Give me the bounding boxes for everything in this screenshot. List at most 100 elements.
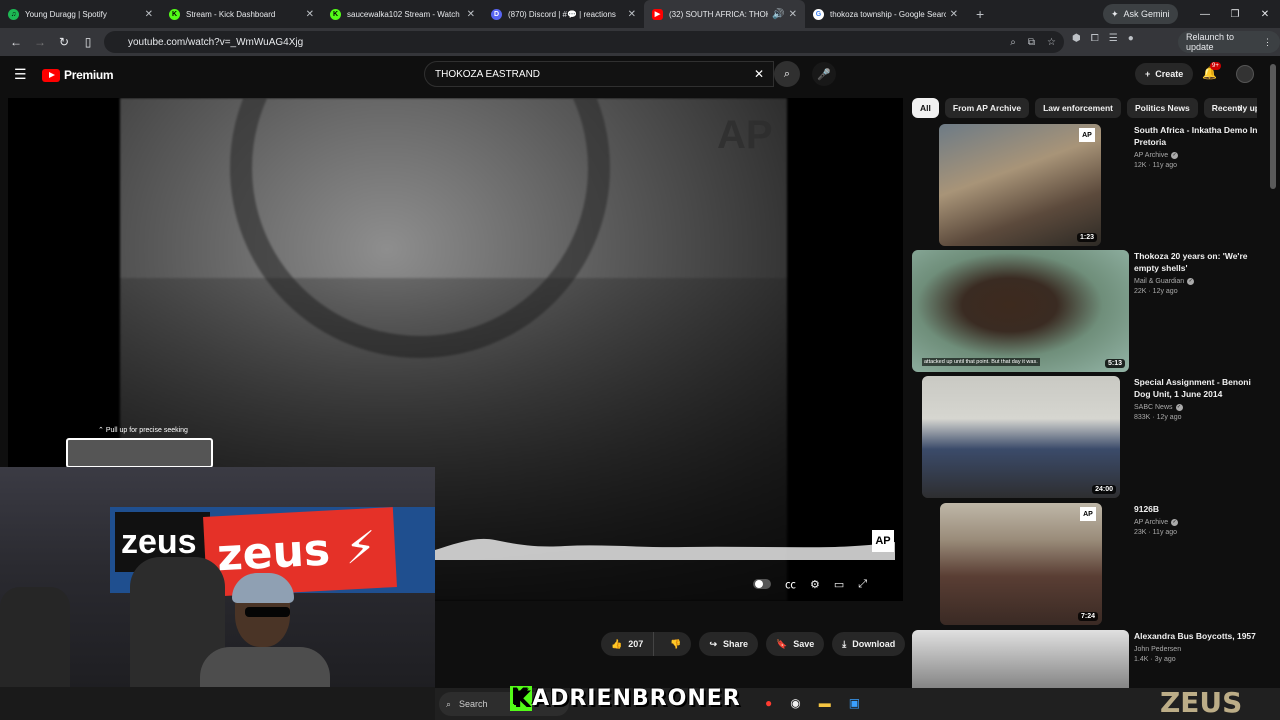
miniplayer-icon[interactable]: ▭ [834, 578, 844, 591]
tab-kick-dashboard[interactable]: K Stream - Kick Dashboard ✕ [161, 0, 322, 28]
fullscreen-icon[interactable]: ⤢ [858, 578, 867, 591]
duration-badge: 5:13 [1104, 359, 1125, 368]
recommendation-item[interactable]: Alexandra Bus Boycotts, 1957 John Peders… [912, 630, 1262, 688]
zoom-icon[interactable]: ⌕ [1010, 37, 1016, 48]
close-icon[interactable]: ✕ [145, 9, 153, 20]
notification-badge: 9+ [1210, 62, 1221, 70]
video-title[interactable]: South Africa - Inkatha Demo In Pretoria [1134, 124, 1259, 148]
settings-gear-icon[interactable]: ⚙ [810, 578, 820, 591]
kebab-menu-icon[interactable]: ⋮ [1263, 37, 1272, 48]
store-icon[interactable]: ▣ [849, 696, 860, 710]
tab-spotify[interactable]: ♫ Young Duragg | Spotify ✕ [0, 0, 161, 28]
media-icon[interactable]: ☰ [1109, 33, 1118, 44]
share-button[interactable]: ↪ Share [699, 632, 759, 656]
extension-icon[interactable]: ⬢ [1072, 33, 1081, 44]
recommendation-item[interactable]: 24:00 Special Assignment - Benoni Dog Un… [912, 376, 1262, 498]
puzzle-icon[interactable]: ⧠ [1091, 33, 1099, 44]
back-icon[interactable]: ← [4, 35, 28, 49]
voice-search-icon[interactable]: 🎤 [812, 62, 836, 86]
video-thumbnail[interactable] [912, 630, 1129, 688]
taskbar-apps: ● ◉ ▬ ▣ [765, 696, 860, 710]
relaunch-button[interactable]: Relaunch to update ⋮ [1178, 31, 1280, 53]
chip-law-enforcement[interactable]: Law enforcement [1035, 98, 1121, 118]
search-input[interactable]: THOKOZA EASTRAND [424, 61, 774, 87]
new-tab-button[interactable]: + [966, 6, 994, 22]
channel-name[interactable]: AP Archive ✓ [1134, 519, 1259, 526]
search-button[interactable]: ⌕ [774, 61, 800, 87]
streamer-name-overlay: KADRIENBRONER [510, 686, 741, 711]
video-thumbnail[interactable]: 24:00 [922, 376, 1120, 498]
video-thumbnail[interactable]: attacked up until that point. But that d… [912, 250, 1129, 372]
tab-kick-stream[interactable]: K saucewalka102 Stream - Watch ✕ [322, 0, 483, 28]
video-thumbnail[interactable]: AP 1:23 [939, 124, 1101, 246]
split-view-icon[interactable]: ▯ [76, 35, 100, 49]
folder-icon[interactable]: ▬ [819, 696, 831, 710]
tab-google[interactable]: G thokoza township - Google Search ✕ [805, 0, 966, 28]
ap-logo-corner: AP [872, 530, 894, 552]
browser-tab-bar: ♫ Young Duragg | Spotify ✕ K Stream - Ki… [0, 0, 1280, 28]
recommendation-item[interactable]: AP 1:23 South Africa - Inkatha Demo In P… [912, 124, 1262, 246]
avatar[interactable] [1236, 65, 1254, 83]
thumbnail-caption: attacked up until that point. But that d… [922, 358, 1040, 366]
close-icon[interactable]: ✕ [306, 9, 314, 20]
save-button[interactable]: 🔖 Save [766, 632, 825, 656]
video-title[interactable]: Thokoza 20 years on: 'We're empty shells… [1134, 250, 1259, 274]
clear-search-icon[interactable]: ✕ [754, 67, 764, 81]
chip-politics-news[interactable]: Politics News [1126, 98, 1198, 118]
reload-icon[interactable]: ↻ [52, 35, 76, 49]
create-label: Create [1155, 69, 1184, 79]
thumbs-up-icon: 👍 [611, 638, 623, 649]
minimize-icon[interactable]: — [1190, 9, 1220, 20]
close-icon[interactable]: ✕ [789, 9, 797, 20]
verified-icon: ✓ [1171, 152, 1179, 159]
channel-name[interactable]: John Pedersen [1134, 646, 1259, 653]
app-icon[interactable]: ● [765, 696, 772, 710]
recommendation-item[interactable]: AP 7:24 9126B AP Archive ✓ 23K · 11y ago [912, 503, 1262, 625]
chevron-right-icon[interactable]: › [1238, 101, 1242, 115]
ap-logo-badge: AP [1080, 507, 1096, 521]
profile-icon[interactable]: ● [1128, 33, 1134, 44]
url-field[interactable]: youtube.com/watch?v=_WmWuAG4Xjg ⌕ ⧉ ☆ [104, 31, 1064, 53]
player-controls: ㏄ ⚙ ▭ ⤢ [753, 576, 867, 592]
discord-icon: D [491, 8, 502, 20]
close-icon[interactable]: ✕ [628, 9, 636, 20]
cast-icon[interactable]: ⧉ [1028, 37, 1035, 48]
forward-icon[interactable]: → [28, 35, 52, 49]
taskbar-search-placeholder: Search [459, 699, 488, 709]
video-stats: 12K · 11y ago [1134, 162, 1178, 169]
channel-name[interactable]: Mail & Guardian ✓ [1134, 278, 1259, 285]
like-button[interactable]: 👍 207 [601, 632, 655, 656]
chip-recently-uploaded[interactable]: Recently uploaded [1203, 98, 1257, 118]
speaker-icon[interactable]: 🔊 [772, 9, 784, 20]
channel-name[interactable]: SABC News ✓ [1134, 404, 1259, 411]
close-icon[interactable]: ✕ [467, 9, 475, 20]
bookmark-star-icon[interactable]: ☆ [1047, 37, 1056, 48]
create-button[interactable]: + Create [1135, 63, 1194, 85]
recommendation-item[interactable]: attacked up until that point. But that d… [912, 250, 1262, 372]
channel-name[interactable]: AP Archive ✓ [1134, 152, 1259, 159]
chip-from-ap-archive[interactable]: From AP Archive [944, 98, 1030, 118]
youtube-logo[interactable]: Premium [42, 68, 114, 82]
page-scrollbar[interactable] [1270, 64, 1276, 189]
video-thumbnail[interactable]: AP 7:24 [940, 503, 1102, 625]
hamburger-menu-icon[interactable]: ☰ [14, 66, 27, 83]
video-title[interactable]: Special Assignment - Benoni Dog Unit, 1 … [1134, 376, 1259, 400]
close-window-icon[interactable]: ✕ [1250, 9, 1280, 20]
search-icon: ⌕ [446, 698, 452, 709]
chip-all[interactable]: All [912, 98, 939, 118]
video-meta: Alexandra Bus Boycotts, 1957 John Peders… [1134, 630, 1259, 663]
autoplay-toggle[interactable] [753, 579, 771, 589]
download-button[interactable]: ⤓ Download [832, 632, 906, 656]
dislike-button[interactable]: 👎 [660, 639, 691, 650]
tab-youtube[interactable]: ▶ (32) SOUTH AFRICA: THOKO 🔊 ✕ [644, 0, 805, 28]
thumbs-down-icon: 👎 [670, 638, 682, 649]
relaunch-label: Relaunch to update [1186, 32, 1235, 52]
captions-icon[interactable]: ㏄ [785, 576, 796, 592]
close-icon[interactable]: ✕ [950, 9, 958, 20]
video-title[interactable]: Alexandra Bus Boycotts, 1957 [1134, 630, 1259, 642]
video-title[interactable]: 9126B [1134, 503, 1259, 515]
obs-icon[interactable]: ◉ [790, 696, 800, 710]
tab-discord[interactable]: D (870) Discord | #💬 | reactions ✕ [483, 0, 644, 28]
ask-gemini-button[interactable]: ✦ Ask Gemini [1103, 4, 1178, 24]
restore-icon[interactable]: ❐ [1220, 9, 1250, 20]
